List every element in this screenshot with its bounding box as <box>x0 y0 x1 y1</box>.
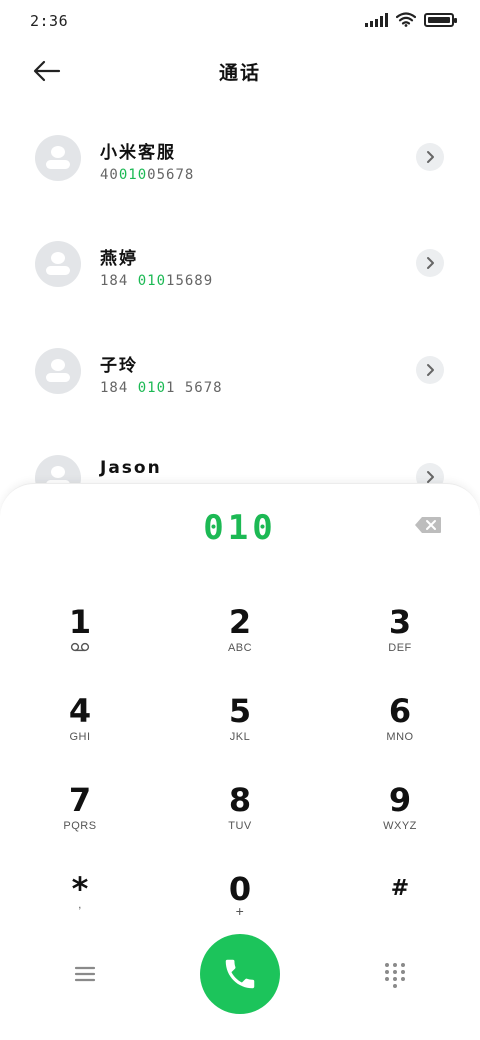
status-icons <box>365 12 457 27</box>
battery-icon <box>424 12 457 27</box>
key-digit: 6 <box>388 692 412 730</box>
key-digit: 4 <box>68 692 92 730</box>
menu-button[interactable] <box>70 962 100 986</box>
backspace-icon <box>415 517 441 533</box>
key-letters: TUV <box>228 820 252 832</box>
key-letters: PQRS <box>63 820 97 832</box>
avatar <box>35 135 81 181</box>
dial-key-6[interactable]: 6 MNO <box>330 693 470 773</box>
dial-key-3[interactable]: 3 DEF <box>330 604 470 684</box>
contact-name: 小米客服 <box>100 143 176 163</box>
dial-key-7[interactable]: 7 PQRS <box>10 782 150 862</box>
contact-name: Jason <box>100 458 162 478</box>
chevron-right-icon <box>427 471 434 483</box>
voicemail-icon <box>10 642 150 655</box>
contact-detail-button[interactable] <box>416 249 444 277</box>
key-digit: 5 <box>228 692 252 730</box>
dialed-number: 010 <box>203 508 277 548</box>
contact-row[interactable]: 燕婷 184 01015689 <box>0 226 480 306</box>
key-letters: GHI <box>69 731 91 743</box>
signal-icon <box>365 12 388 27</box>
contact-number: 4001005678 <box>100 167 195 183</box>
contact-name: 燕婷 <box>100 249 138 269</box>
chevron-right-icon <box>427 364 434 376</box>
contact-detail-button[interactable] <box>416 143 444 171</box>
key-letters: MNO <box>386 731 414 743</box>
dial-key-8[interactable]: 8 TUV <box>170 782 310 862</box>
key-digit: # <box>390 876 410 901</box>
wifi-icon <box>396 12 416 27</box>
key-letters: WXYZ <box>383 820 417 832</box>
dial-key-hash[interactable]: # <box>330 871 470 951</box>
backspace-button[interactable] <box>414 516 442 534</box>
keypad-toggle-button[interactable] <box>383 962 407 988</box>
contact-row[interactable]: 小米客服 4001005678 <box>0 120 480 200</box>
dial-key-1[interactable]: 1 <box>10 604 150 684</box>
chevron-right-icon <box>427 151 434 163</box>
call-button[interactable] <box>200 934 280 1014</box>
dial-key-9[interactable]: 9 WXYZ <box>330 782 470 862</box>
dialpad-panel: 010 1 2 ABC 3 DEF 4 GHI 5 JKL 6 MNO 7 PQ… <box>0 483 480 1040</box>
key-digit: 0 <box>228 870 252 908</box>
dial-key-5[interactable]: 5 JKL <box>170 693 310 773</box>
header: 通话 <box>0 48 480 94</box>
key-letters: ABC <box>227 642 253 654</box>
key-letters: , <box>78 899 82 911</box>
dial-key-2[interactable]: 2 ABC <box>170 604 310 684</box>
key-letters: + <box>235 903 245 919</box>
phone-icon <box>225 959 255 989</box>
keypad-icon <box>385 963 405 988</box>
menu-icon <box>74 966 96 982</box>
page-title: 通话 <box>218 62 261 84</box>
key-letters: JKL <box>229 731 251 743</box>
key-digit: 1 <box>68 603 92 641</box>
key-digit: 7 <box>68 781 92 819</box>
avatar <box>35 348 81 394</box>
contact-name: 子玲 <box>100 356 138 376</box>
status-time: 2:36 <box>30 12 69 30</box>
avatar <box>35 241 81 287</box>
key-digit: 8 <box>228 781 252 819</box>
dial-key-star[interactable]: * , <box>10 871 150 951</box>
dial-key-4[interactable]: 4 GHI <box>10 693 150 773</box>
status-bar: 2:36 <box>0 0 480 42</box>
key-letters: DEF <box>388 642 412 654</box>
key-digit: 2 <box>228 603 252 641</box>
contact-detail-button[interactable] <box>416 356 444 384</box>
key-digit: 3 <box>388 603 412 641</box>
contact-row[interactable]: 子玲 184 0101 5678 <box>0 333 480 413</box>
contact-number: 184 0101 5678 <box>100 380 223 396</box>
chevron-right-icon <box>427 257 434 269</box>
contact-number: 184 01015689 <box>100 273 214 289</box>
key-digit: 9 <box>388 781 412 819</box>
